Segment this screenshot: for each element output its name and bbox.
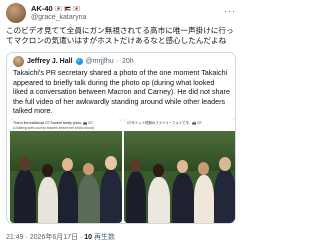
quoted-author-name: Jeffrey J. Hall bbox=[27, 58, 73, 65]
quoted-photo-right[interactable]: G7サミット恒例のファミリーフォトです。📸 G7 bbox=[124, 119, 235, 223]
quoted-tweet-header: Jeffrey J. Hall ✓ @mrjjfhu · 20h bbox=[13, 56, 134, 67]
leader-figure bbox=[194, 175, 214, 223]
tweet-date[interactable]: 2026年6月17日 bbox=[30, 234, 78, 241]
leader-figure bbox=[58, 171, 78, 223]
quoted-author-handle: @mrjjfhu bbox=[85, 58, 114, 65]
leader-figure bbox=[172, 173, 194, 223]
quoted-photo-left[interactable]: This is the traditional G7 Summit family… bbox=[10, 119, 122, 223]
views-label: 再生数 bbox=[94, 234, 116, 241]
tweet-text: このビデオ見てて全員にガン無視されてる高市に唯一声掛けに行ってマクロンの気遣いは… bbox=[6, 26, 234, 45]
leader-figure bbox=[148, 177, 170, 223]
quoted-tweet-time: 20h bbox=[121, 58, 134, 65]
author-avatar[interactable] bbox=[6, 3, 26, 23]
photo-right-caption: G7サミット恒例のファミリーフォトです。📸 G7 bbox=[127, 121, 202, 125]
leader-figure bbox=[214, 169, 235, 223]
leader-figure bbox=[78, 175, 100, 223]
japan-flag-icon bbox=[72, 6, 80, 11]
verified-badge-icon: ✓ bbox=[75, 58, 83, 65]
photo-left-caption-sub: (Chatting with country leaders before th… bbox=[13, 126, 94, 130]
leader-figure bbox=[38, 177, 58, 223]
tweet-time[interactable]: 21:49 bbox=[6, 234, 24, 241]
views-count: 10 bbox=[84, 234, 93, 241]
tweet-author[interactable]: AK-40 @grace_kataryna bbox=[6, 3, 86, 23]
photo-left-caption: This is the traditional G7 Summit family… bbox=[13, 121, 93, 125]
quoted-author-avatar bbox=[13, 56, 24, 67]
japan-flag-icon bbox=[54, 6, 62, 11]
author-handle[interactable]: @grace_kataryna bbox=[31, 13, 86, 22]
author-display-name[interactable]: AK-40 bbox=[31, 4, 53, 13]
tweet-footer: 21:49 · 2026年6月17日 · 10 再生数 bbox=[6, 234, 116, 241]
quoted-tweet[interactable]: Jeffrey J. Hall ✓ @mrjjfhu · 20h Takaich… bbox=[6, 52, 236, 224]
leader-figure bbox=[14, 169, 36, 223]
leader-figure bbox=[126, 171, 146, 223]
palestine-flag-icon bbox=[63, 6, 71, 11]
quoted-tweet-text: Takaichi's PR secretary shared a photo o… bbox=[13, 68, 230, 116]
leader-figure bbox=[100, 169, 122, 223]
more-options-icon[interactable]: ··· bbox=[224, 6, 236, 16]
